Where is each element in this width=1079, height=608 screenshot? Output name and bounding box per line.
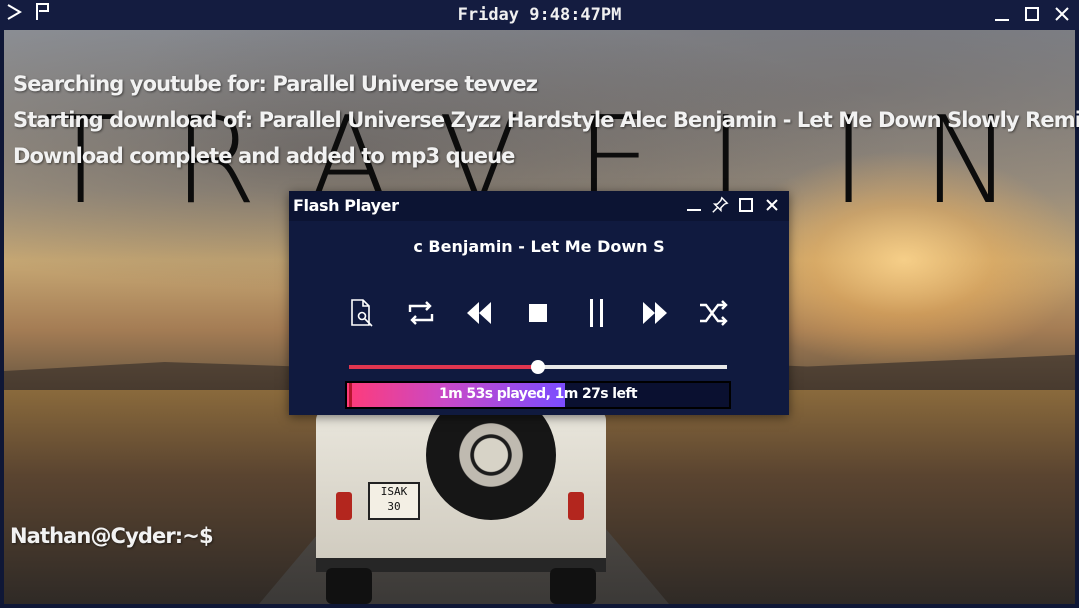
close-icon[interactable] — [1053, 5, 1071, 23]
fast-forward-icon[interactable] — [638, 296, 672, 330]
flash-player-window: Flash Player c Benjamin - Let Me Down S — [289, 191, 789, 415]
player-window-controls — [685, 196, 781, 214]
now-playing-title: c Benjamin - Let Me Down S — [413, 237, 665, 256]
tail-light-right — [568, 492, 584, 520]
terminal-prompt[interactable]: Nathan@Cyder:~$ — [10, 524, 214, 548]
progress-label: 1m 53s played, 1m 27s left — [439, 386, 638, 402]
jeep-image: ISAK 30 — [316, 382, 606, 604]
maximize-icon[interactable] — [737, 196, 755, 214]
minimize-icon[interactable] — [685, 196, 703, 214]
jeep-wheel-right — [550, 568, 596, 604]
terminal-line: Starting download of: Parallel Universe … — [13, 108, 1079, 132]
seek-slider-fill — [349, 365, 538, 369]
repeat-icon[interactable] — [404, 296, 438, 330]
rewind-icon[interactable] — [462, 296, 496, 330]
top-bar: Friday 9:48:47PM — [0, 0, 1079, 30]
open-file-icon[interactable] — [345, 296, 379, 330]
terminal-line: Searching youtube for: Parallel Universe… — [13, 72, 538, 96]
pin-icon[interactable] — [711, 196, 729, 214]
terminal-line: Download complete and added to mp3 queue — [13, 144, 515, 168]
player-titlebar[interactable]: Flash Player — [289, 191, 789, 221]
clock: Friday 9:48:47PM — [457, 5, 622, 25]
stop-icon[interactable] — [521, 296, 555, 330]
seek-slider-handle[interactable] — [531, 360, 545, 374]
license-plate: ISAK 30 — [368, 482, 420, 520]
maximize-icon[interactable] — [1023, 5, 1041, 23]
plate-line-2: 30 — [387, 500, 401, 513]
pause-icon[interactable] — [580, 296, 614, 330]
playback-controls — [345, 295, 731, 331]
player-title: Flash Player — [293, 196, 399, 215]
shuffle-icon[interactable] — [697, 296, 731, 330]
close-icon[interactable] — [763, 196, 781, 214]
seek-slider[interactable] — [349, 360, 727, 374]
window-controls — [993, 5, 1071, 23]
minimize-icon[interactable] — [993, 5, 1011, 23]
jeep-wheel-left — [326, 568, 372, 604]
plate-line-1: ISAK — [380, 485, 408, 498]
tail-light-left — [336, 492, 352, 520]
playback-progress-bar: 1m 53s played, 1m 27s left — [345, 381, 731, 409]
